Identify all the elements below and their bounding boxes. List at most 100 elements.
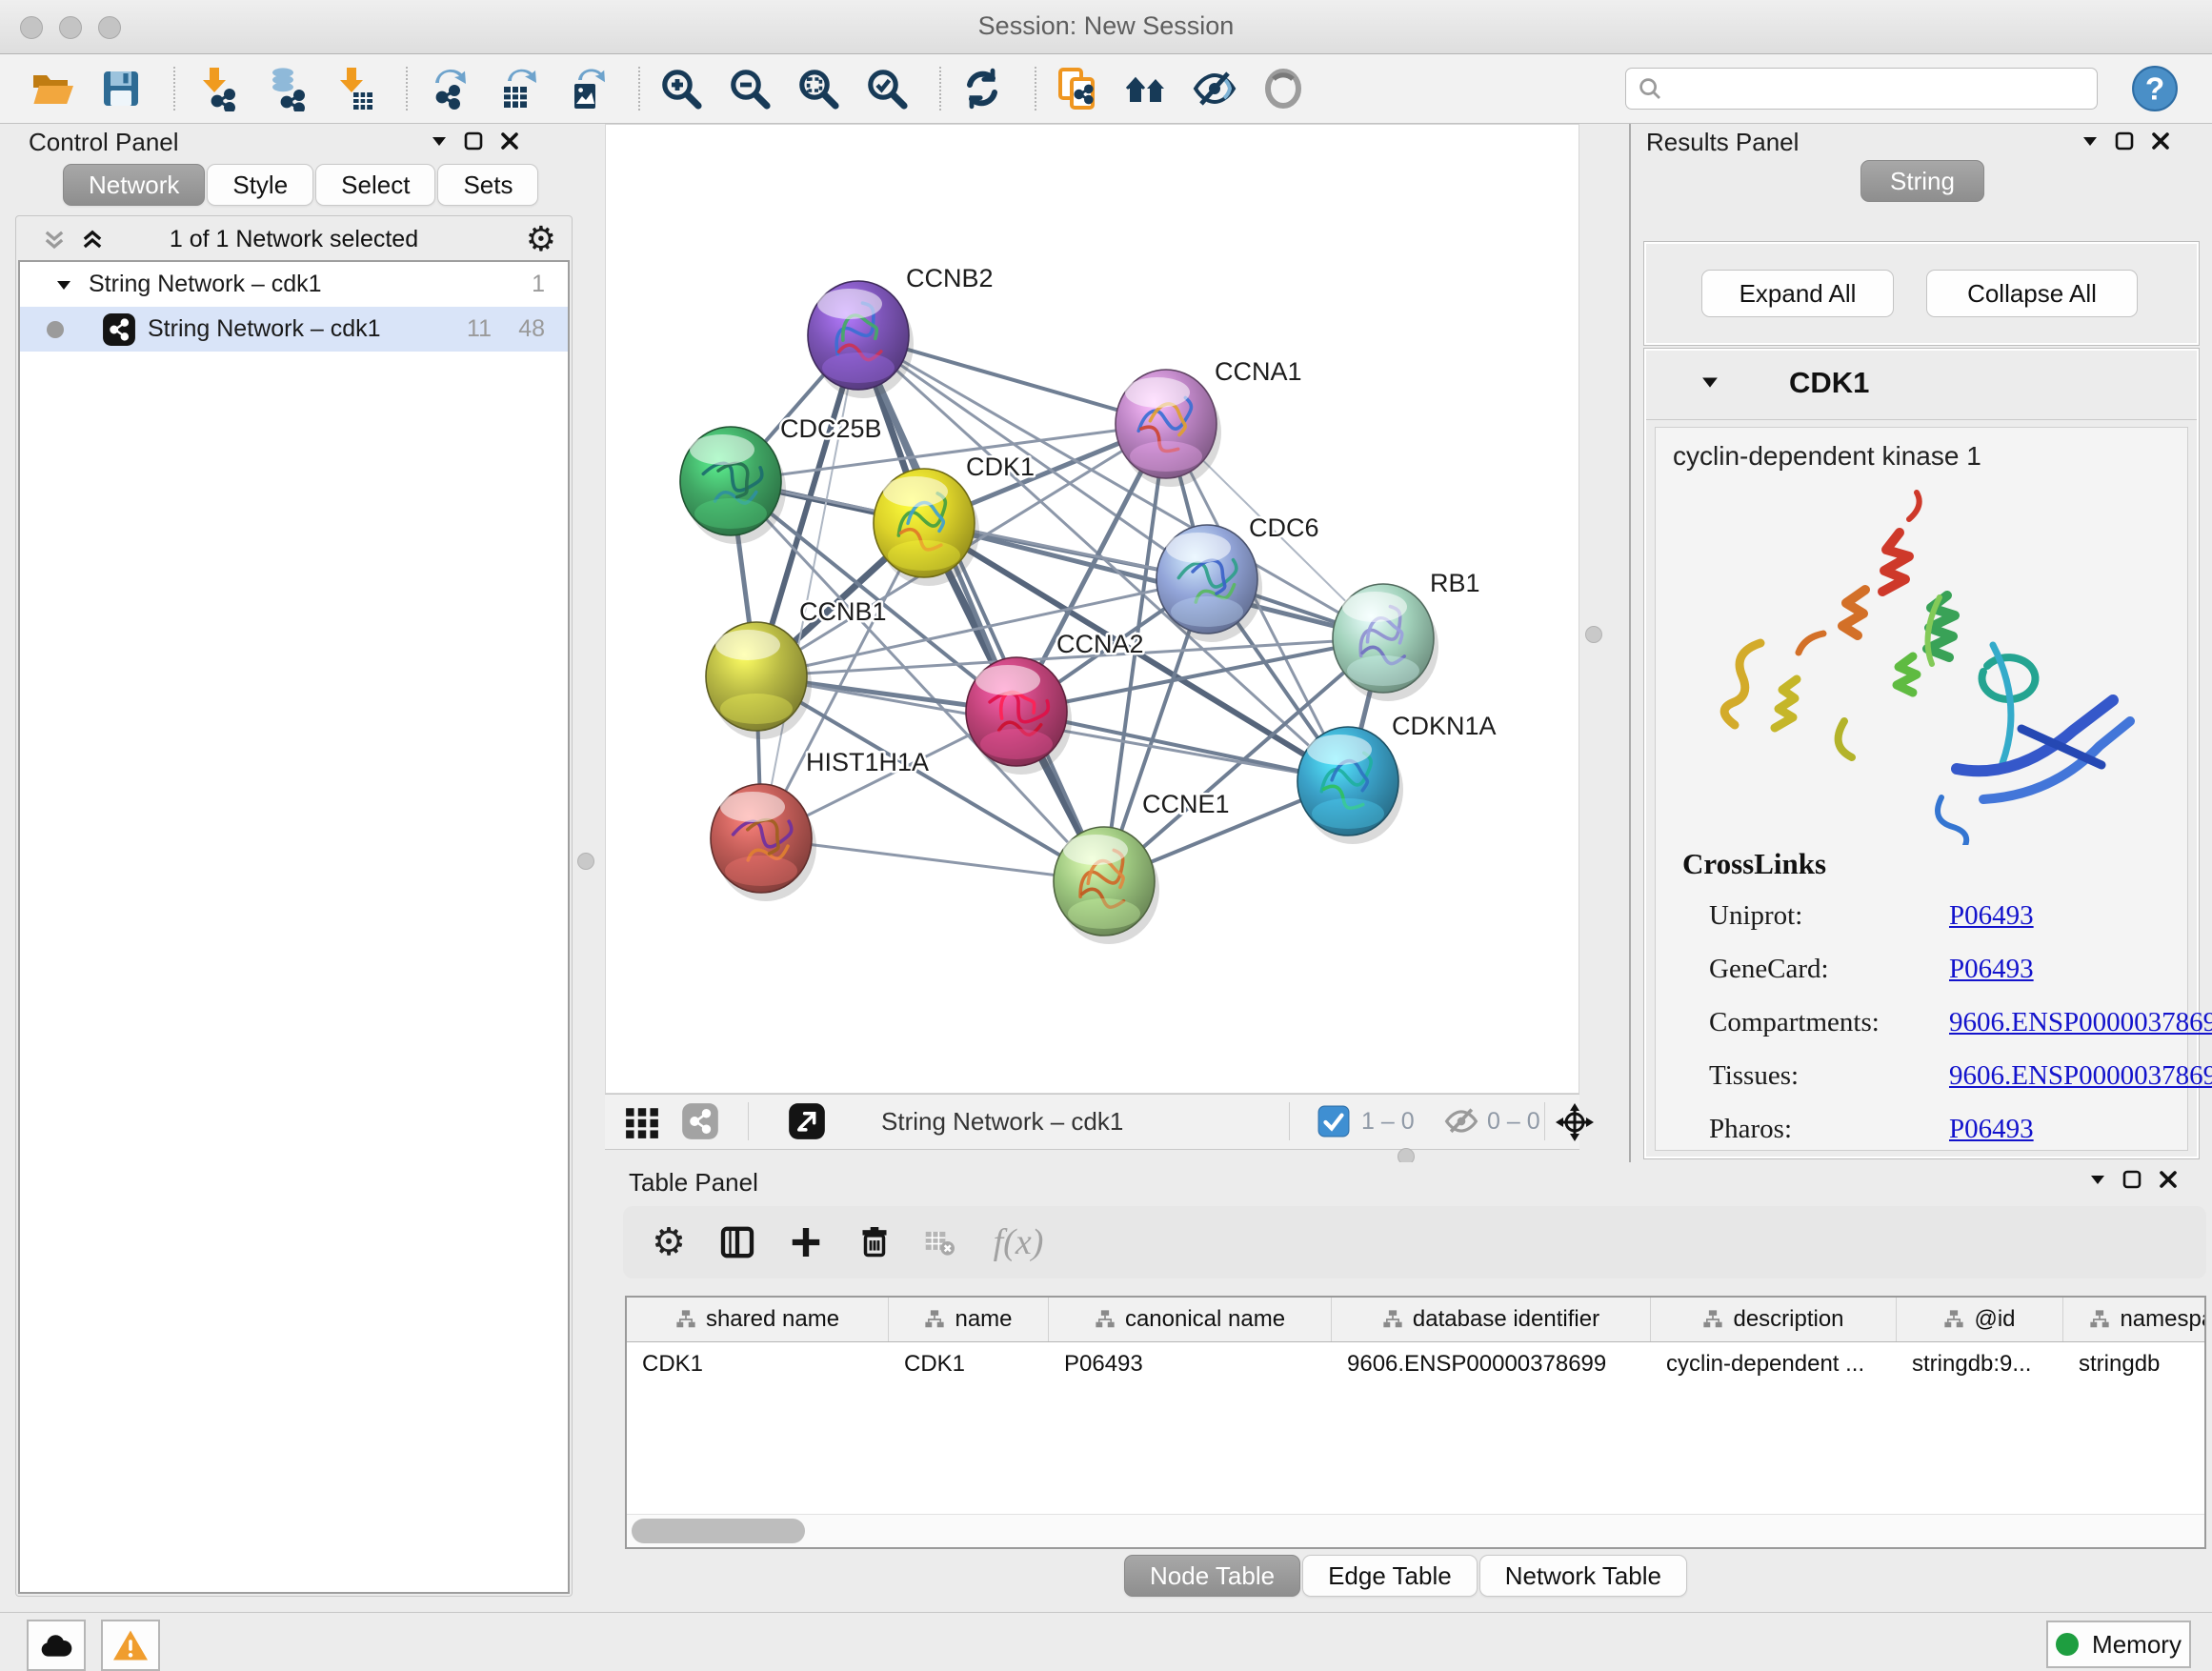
entry-expander-icon[interactable] <box>1701 375 1719 389</box>
crosslink-value-link[interactable]: 9606.ENSP00000378699 <box>1949 1060 2212 1092</box>
node-CCNB2[interactable] <box>808 281 914 398</box>
node-CCNA1[interactable] <box>1116 370 1221 487</box>
warnings-button[interactable] <box>101 1620 160 1671</box>
network-row[interactable]: String Network – cdk1 11 48 <box>20 307 568 352</box>
table-cell[interactable]: CDK1 <box>889 1342 1049 1386</box>
zoom-fit-button[interactable] <box>794 65 842 112</box>
crosslink-row: GeneCard:P06493 <box>1709 946 2178 999</box>
node-table[interactable]: shared namenamecanonical namedatabase id… <box>625 1296 2206 1549</box>
tab-style[interactable]: Style <box>207 164 313 206</box>
table-cell[interactable]: stringdb:9... <box>1897 1342 2063 1386</box>
node-HIST1H1A[interactable] <box>711 784 816 901</box>
show-columns-icon[interactable] <box>714 1219 760 1265</box>
search-input[interactable] <box>1664 74 2068 103</box>
table-cell[interactable]: 9606.ENSP00000378699 <box>1332 1342 1651 1386</box>
column-header-@id[interactable]: @id <box>1897 1298 2063 1341</box>
panel-menu-icon[interactable] <box>2090 1174 2105 1185</box>
export-network-button[interactable] <box>425 65 473 112</box>
crosslink-value-link[interactable]: P06493 <box>1949 954 2034 985</box>
table-options-gear-icon[interactable]: ⚙ <box>646 1219 692 1265</box>
column-header-name[interactable]: name <box>889 1298 1049 1341</box>
table-body: CDK1CDK1P064939606.ENSP00000378699cyclin… <box>627 1342 2204 1386</box>
table-row[interactable]: CDK1CDK1P064939606.ENSP00000378699cyclin… <box>627 1342 2206 1386</box>
float-panel-icon[interactable] <box>2115 131 2134 151</box>
panel-menu-icon[interactable] <box>432 135 447 147</box>
import-network-file-button[interactable] <box>192 65 240 112</box>
tab-network-table[interactable]: Network Table <box>1479 1555 1687 1597</box>
export-table-button[interactable] <box>493 65 541 112</box>
delete-column-icon[interactable] <box>852 1219 897 1265</box>
selected-checkbox-icon[interactable] <box>1317 1105 1350 1137</box>
results-actions-box: Expand All Collapse All <box>1644 242 2199 345</box>
node-RB1[interactable] <box>1333 584 1438 701</box>
close-panel-icon[interactable] <box>500 131 519 151</box>
fit-content-crosshair-icon[interactable] <box>1554 1101 1596 1143</box>
global-search <box>1625 68 2098 110</box>
import-network-database-button[interactable] <box>261 65 309 112</box>
zoom-selected-button[interactable] <box>863 65 911 112</box>
save-session-button[interactable] <box>97 65 145 112</box>
tab-select[interactable]: Select <box>315 164 435 206</box>
panel-menu-icon[interactable] <box>2082 135 2098 147</box>
network-canvas[interactable]: CCNB2CCNA1CDC25BCDK1CDC6RB1CCNB1CCNA2CDK… <box>605 124 1579 1094</box>
close-panel-icon[interactable] <box>2151 131 2170 151</box>
table-cell[interactable]: CDK1 <box>627 1342 889 1386</box>
zoom-in-button[interactable] <box>657 65 705 112</box>
crosslink-value-link[interactable]: P06493 <box>1949 1114 2034 1145</box>
collection-expander-icon[interactable] <box>56 279 71 291</box>
open-session-button[interactable] <box>29 65 76 112</box>
zoom-out-button[interactable] <box>726 65 774 112</box>
crosslink-value-link[interactable]: 9606.ENSP00000378699 <box>1949 1007 2212 1038</box>
import-table-file-button[interactable] <box>330 65 377 112</box>
grid-view-icon[interactable] <box>624 1104 660 1140</box>
table-cell[interactable]: stringdb <box>2063 1342 2206 1386</box>
gene-entry-header[interactable]: CDK1 <box>1646 351 2197 420</box>
tab-string[interactable]: String <box>1860 160 1984 202</box>
node-CDC25B[interactable] <box>680 427 786 544</box>
tab-node-table[interactable]: Node Table <box>1124 1555 1300 1597</box>
float-panel-icon[interactable] <box>464 131 483 151</box>
refresh-view-button[interactable] <box>958 65 1006 112</box>
show-hide-graphics-button[interactable] <box>1191 65 1238 112</box>
node-CDC6[interactable] <box>1156 525 1262 642</box>
selected-count: 1 – 0 <box>1361 1108 1415 1136</box>
control-panel: Control Panel NetworkStyleSelectSets 1 o… <box>15 124 573 1597</box>
network-view-share-icon[interactable] <box>681 1102 719 1140</box>
tab-sets[interactable]: Sets <box>437 164 538 206</box>
float-panel-icon[interactable] <box>2122 1170 2142 1189</box>
export-image-button[interactable] <box>562 65 610 112</box>
close-panel-icon[interactable] <box>2159 1170 2178 1189</box>
vertical-splitter-handle[interactable] <box>1585 626 1602 643</box>
column-header-namespace[interactable]: namespace <box>2063 1298 2206 1341</box>
network-collection-row[interactable]: String Network – cdk1 1 <box>20 262 568 307</box>
collapse-all-button[interactable]: Collapse All <box>1926 270 2138 317</box>
column-header-description[interactable]: description <box>1651 1298 1897 1341</box>
detach-view-icon[interactable] <box>788 1102 826 1140</box>
network-options-gear-icon[interactable]: ⚙ <box>526 222 556 256</box>
column-header-canonical-name[interactable]: canonical name <box>1049 1298 1332 1341</box>
expand-all-button[interactable]: Expand All <box>1701 270 1894 317</box>
table-cell[interactable]: P06493 <box>1049 1342 1332 1386</box>
column-header-database-identifier[interactable]: database identifier <box>1332 1298 1651 1341</box>
network-graph[interactable]: CCNB2CCNA1CDC25BCDK1CDC6RB1CCNB1CCNA2CDK… <box>606 125 1579 1093</box>
first-neighbors-button[interactable] <box>1122 65 1170 112</box>
hidden-eye-icon[interactable] <box>1443 1105 1479 1137</box>
tab-network[interactable]: Network <box>63 164 205 206</box>
table-horizontal-scrollbar[interactable] <box>627 1514 2204 1547</box>
crosslink-value-link[interactable]: P06493 <box>1949 900 2034 932</box>
level-of-detail-button[interactable] <box>1259 65 1307 112</box>
tab-edge-table[interactable]: Edge Table <box>1302 1555 1478 1597</box>
node-CCNA2[interactable] <box>966 657 1072 775</box>
vertical-splitter-handle[interactable] <box>577 853 594 870</box>
scrollbar-thumb[interactable] <box>632 1519 805 1543</box>
network-view-toolbar: String Network – cdk1 1 – 0 0 – 0 <box>605 1094 1579 1150</box>
node-CDK1[interactable] <box>874 469 979 586</box>
create-column-icon[interactable] <box>783 1219 829 1265</box>
column-header-shared-name[interactable]: shared name <box>627 1298 889 1341</box>
node-CDKN1A[interactable] <box>1297 727 1403 844</box>
cloud-status-button[interactable] <box>27 1620 86 1671</box>
memory-button[interactable]: Memory <box>2046 1621 2191 1668</box>
clone-network-button[interactable] <box>1054 65 1101 112</box>
table-cell[interactable]: cyclin-dependent ... <box>1651 1342 1897 1386</box>
help-button[interactable]: ? <box>2131 65 2179 112</box>
